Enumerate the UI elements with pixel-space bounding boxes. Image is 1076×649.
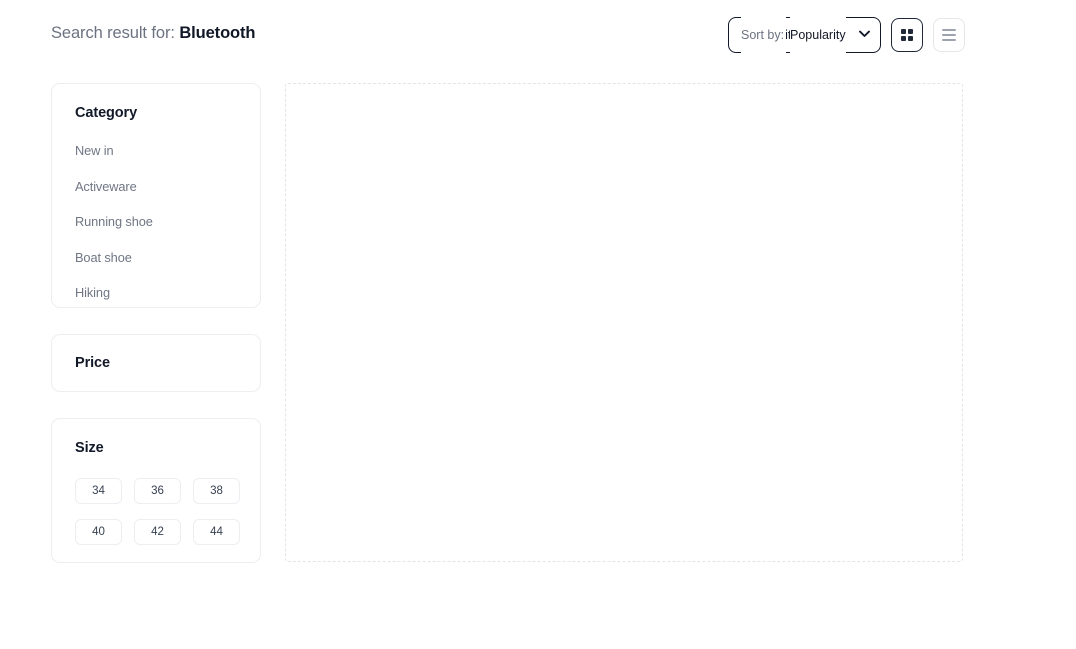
grid-view-icon [900, 28, 914, 42]
size-option-42[interactable]: 42 [134, 519, 181, 545]
sidebar-item-new-in[interactable]: New in [75, 143, 260, 158]
product-results-area [285, 83, 963, 562]
grid-view-button[interactable] [891, 18, 923, 52]
size-filter-card: Size 34 36 38 40 42 44 [51, 418, 261, 563]
sidebar-item-hiking[interactable]: Hiking [75, 285, 260, 300]
sidebar-item-activeware[interactable]: Activeware [75, 179, 260, 194]
price-filter-card: Price [51, 334, 261, 392]
size-option-44[interactable]: 44 [193, 519, 240, 545]
sort-by-select[interactable]: Popularity Newest Price: Low to High Pri… [728, 17, 881, 53]
size-option-grid: 34 36 38 40 42 44 [75, 478, 260, 545]
category-filter-card: Category New in Activeware Running shoe … [51, 83, 261, 308]
top-bar: Search result for: Bluetooth Sort by: Po… [0, 0, 1076, 72]
list-view-icon [942, 29, 956, 41]
list-view-button[interactable] [933, 18, 965, 52]
search-query-term: Bluetooth [179, 24, 256, 42]
size-option-40[interactable]: 40 [75, 519, 122, 545]
size-option-38[interactable]: 38 [193, 478, 240, 504]
search-results-page: Search result for: Bluetooth Sort by: Po… [0, 0, 1076, 649]
size-option-34[interactable]: 34 [75, 478, 122, 504]
filters-sidebar: Category New in Activeware Running shoe … [51, 83, 261, 563]
sidebar-item-boat-shoe[interactable]: Boat shoe [75, 250, 260, 265]
page-title: Search result for: Bluetooth [51, 24, 256, 43]
search-result-prefix: Search result for: [51, 24, 175, 42]
size-option-36[interactable]: 36 [134, 478, 181, 504]
toolbar-controls: Sort by: Popularity Popularity Newest Pr… [728, 17, 965, 53]
size-filter-title: Size [75, 440, 104, 456]
category-filter-title: Category [75, 105, 138, 121]
price-filter-title: Price [75, 355, 110, 371]
sidebar-item-running-shoe[interactable]: Running shoe [75, 214, 260, 229]
category-filter-list: New in Activeware Running shoe Boat shoe… [75, 143, 260, 300]
sort-by-control[interactable]: Sort by: Popularity Popularity Newest Pr… [728, 17, 881, 53]
